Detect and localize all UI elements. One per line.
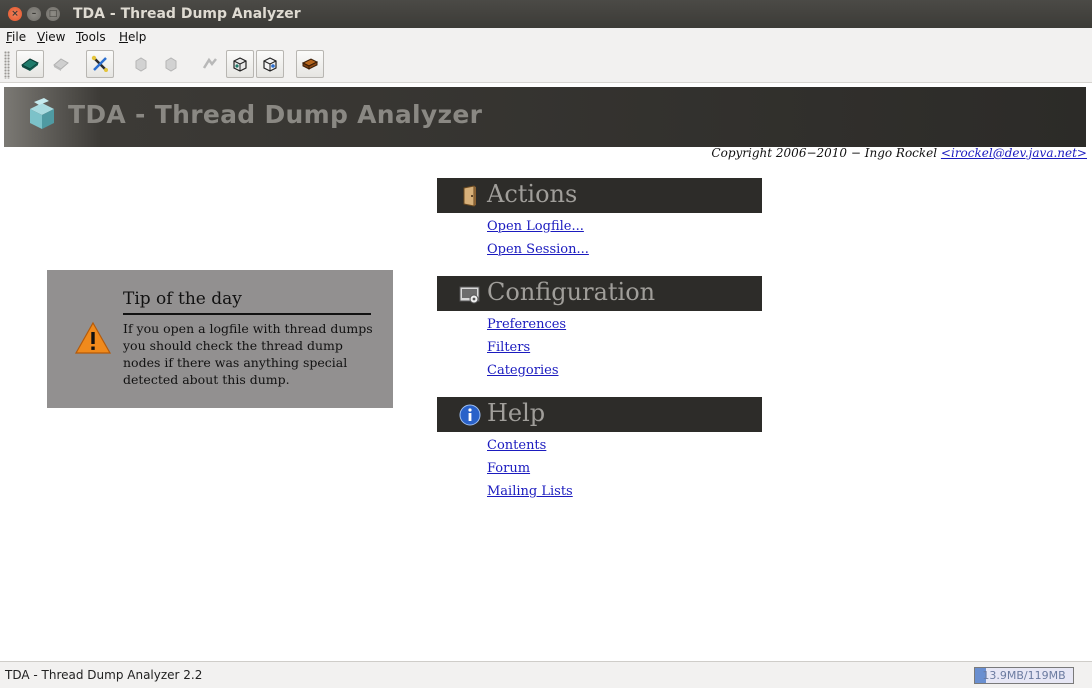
tip-heading: Tip of the day xyxy=(123,289,371,315)
open-logfile-link[interactable]: Open Logfile... xyxy=(487,215,762,238)
preferences-link[interactable]: Preferences xyxy=(487,313,762,336)
close-file-button[interactable] xyxy=(47,50,75,78)
tip-body: If you open a logfile with thread dumps … xyxy=(123,321,373,387)
menu-bar: File View Tools Help xyxy=(0,28,1092,47)
help-button[interactable] xyxy=(296,50,324,78)
banner-title: TDA - Thread Dump Analyzer xyxy=(68,100,483,129)
window-close-button[interactable]: × xyxy=(8,7,22,21)
author-email-link[interactable]: <irockel@dev.java.net> xyxy=(941,146,1087,160)
find-long-running-icon xyxy=(202,57,217,69)
toolbar-grip[interactable] xyxy=(4,51,10,79)
help-book-icon xyxy=(301,58,319,70)
configuration-header: Configuration xyxy=(437,276,762,311)
open-book-icon xyxy=(21,58,39,71)
categories-link[interactable]: Categories xyxy=(487,359,762,382)
menu-help[interactable]: Help xyxy=(119,30,146,44)
status-text: TDA - Thread Dump Analyzer 2.2 xyxy=(5,668,203,682)
status-bar: TDA - Thread Dump Analyzer 2.2 13.9MB/11… xyxy=(0,661,1092,688)
toolbar xyxy=(0,47,1092,83)
info-icon xyxy=(459,404,481,426)
window-title: TDA - Thread Dump Analyzer xyxy=(73,6,301,22)
filters-link[interactable]: Filters xyxy=(487,336,762,359)
expand-all-icon xyxy=(135,57,147,72)
collapse-all-button[interactable] xyxy=(157,50,185,78)
configuration-section: Configuration Preferences Filters Catego… xyxy=(437,276,762,382)
tda-logo-icon xyxy=(30,98,54,129)
open-session-link[interactable]: Open Session... xyxy=(487,238,762,261)
preferences-tools-icon xyxy=(91,55,108,72)
configuration-title: Configuration xyxy=(487,278,656,306)
preferences-button[interactable] xyxy=(86,50,114,78)
menu-view[interactable]: View xyxy=(37,30,65,44)
forum-link[interactable]: Forum xyxy=(487,457,762,480)
actions-title: Actions xyxy=(487,180,578,208)
window-titlebar: × – □ TDA - Thread Dump Analyzer xyxy=(0,0,1092,28)
help-section: Help Contents Forum Mailing Lists xyxy=(437,397,762,503)
memory-monitor[interactable]: 13.9MB/119MB xyxy=(974,667,1074,684)
contents-link[interactable]: Contents xyxy=(487,434,762,457)
warning-icon xyxy=(74,321,112,354)
open-logfile-button[interactable] xyxy=(16,50,44,78)
copyright-text: Copyright 2006−2010 − Ingo Rockel xyxy=(711,146,941,160)
header-banner: TDA - Thread Dump Analyzer xyxy=(4,87,1086,147)
memory-usage-label: 13.9MB/119MB xyxy=(982,669,1066,682)
menu-tools[interactable]: Tools xyxy=(76,30,106,44)
configuration-icon xyxy=(459,286,480,304)
collapse-all-icon xyxy=(165,57,177,72)
help-header: Help xyxy=(437,397,762,432)
actions-section: Actions Open Logfile... Open Session... xyxy=(437,178,762,261)
monitor-dump-icon xyxy=(233,57,247,72)
door-icon xyxy=(463,185,476,207)
menu-file[interactable]: File xyxy=(6,30,26,44)
expand-all-button[interactable] xyxy=(127,50,155,78)
window-maximize-button[interactable]: □ xyxy=(46,7,60,21)
copyright-notice: Copyright 2006−2010 − Ingo Rockel <irock… xyxy=(711,146,1087,160)
close-file-icon xyxy=(53,58,69,71)
mailing-lists-link[interactable]: Mailing Lists xyxy=(487,480,762,503)
window-minimize-button[interactable]: – xyxy=(27,7,41,21)
actions-header: Actions xyxy=(437,178,762,213)
session-dump-icon xyxy=(263,57,277,72)
monitor-dump-button[interactable] xyxy=(226,50,254,78)
tip-of-the-day-panel: Tip of the day If you open a logfile wit… xyxy=(47,270,393,408)
find-long-running-button[interactable] xyxy=(196,50,224,78)
help-title: Help xyxy=(487,399,546,427)
session-dump-button[interactable] xyxy=(256,50,284,78)
